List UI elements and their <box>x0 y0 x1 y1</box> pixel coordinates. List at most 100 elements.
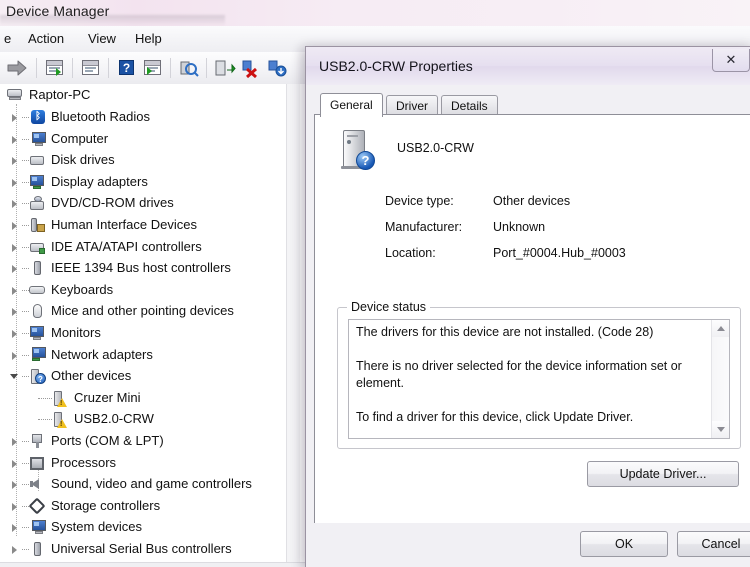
tree-item-disk-drives[interactable]: Disk drives <box>0 150 286 172</box>
info-value: Other devices <box>493 194 571 208</box>
warning-device-icon <box>52 411 69 429</box>
menu-file[interactable]: e <box>4 31 11 46</box>
tree-item-universal-serial-bus-controllers[interactable]: Universal Serial Bus controllers <box>0 539 286 561</box>
scroll-up-button[interactable] <box>712 320 729 337</box>
computer-icon <box>7 86 24 102</box>
device-tree[interactable]: Raptor-PC ᛒ Bluetooth Radios Computer Di… <box>0 84 300 562</box>
bluetooth-icon: ᛒ <box>29 109 46 125</box>
close-icon[interactable]: ✕ <box>712 49 750 72</box>
tree-item-sound-video-and-game-controllers[interactable]: Sound, video and game controllers <box>0 474 286 496</box>
tree-item-label: IDE ATA/ATAPI controllers <box>51 238 202 254</box>
titlebar-shadow <box>0 15 225 26</box>
toolbar-separator <box>36 58 37 78</box>
device-status-label: Device status <box>347 300 431 314</box>
dvd-drive-icon <box>29 195 46 211</box>
toolbar-separator <box>108 58 109 78</box>
tree-item-label: System devices <box>51 519 143 535</box>
info-label: Manufacturer: <box>385 220 463 234</box>
disk-drive-icon <box>29 152 46 168</box>
tree-item-label: Universal Serial Bus controllers <box>51 540 232 556</box>
toolbar-separator <box>170 58 171 78</box>
device-status-box[interactable]: The drivers for this device are not inst… <box>348 319 730 439</box>
firewire-icon <box>29 260 46 276</box>
tree-item-label: Other devices <box>51 368 132 384</box>
tree-item-label: Human Interface Devices <box>51 216 197 232</box>
menu-help[interactable]: Help <box>135 31 162 46</box>
storage-controller-icon <box>28 497 46 515</box>
info-label: Location: <box>385 246 436 260</box>
chevron-down-icon <box>717 427 725 432</box>
tree-scrollbar[interactable] <box>286 84 300 562</box>
tree-item-usb2-0-crw[interactable]: USB2.0-CRW <box>0 409 286 431</box>
tree-item-processors[interactable]: Processors <box>0 453 286 475</box>
forward-arrow-icon[interactable] <box>6 58 28 78</box>
tree-item-system-devices[interactable]: System devices <box>0 517 286 539</box>
console-window-icon[interactable] <box>142 58 164 78</box>
warning-device-icon <box>52 390 69 407</box>
question-mark-badge: ? <box>356 151 375 170</box>
unknown-device-icon: ? <box>29 368 46 385</box>
dialog-titlebar: USB2.0-CRW Properties ✕ <box>306 47 750 86</box>
tab-driver[interactable]: Driver <box>386 95 438 115</box>
tree-item-mice-and-other-pointing-devices[interactable]: Mice and other pointing devices <box>0 301 286 323</box>
scroll-down-button[interactable] <box>712 421 729 438</box>
tree-item-bluetooth-radios[interactable]: ᛒ Bluetooth Radios <box>0 107 286 129</box>
tree-item-label: Processors <box>51 454 117 470</box>
tree-item-label: Storage controllers <box>51 497 161 513</box>
properties-window-icon[interactable] <box>44 58 66 78</box>
monitor-icon <box>29 325 46 341</box>
update-driver-button[interactable]: Update Driver... <box>587 461 739 487</box>
unknown-device-icon: ? <box>339 130 379 172</box>
tree-item-other-devices[interactable]: ? Other devices <box>0 366 286 388</box>
cancel-button[interactable]: Cancel <box>677 531 750 557</box>
dialog-footer: OK Cancel <box>306 523 750 567</box>
tree-item-cruzer-mini[interactable]: Cruzer Mini <box>0 388 286 410</box>
tree-item-label: Raptor-PC <box>29 87 91 102</box>
status-line-4: To find a driver for this device, click … <box>356 410 634 424</box>
tree-item-network-adapters[interactable]: Network adapters <box>0 345 286 367</box>
info-value: Unknown <box>493 220 546 234</box>
help-icon[interactable]: ? <box>116 58 138 78</box>
tree-item-human-interface-devices[interactable]: Human Interface Devices <box>0 215 286 237</box>
properties-dialog: USB2.0-CRW Properties ✕ General Driver D… <box>305 46 750 567</box>
tree-item-computer[interactable]: Computer <box>0 129 286 151</box>
ok-button[interactable]: OK <box>580 531 668 557</box>
show-hidden-window-icon[interactable] <box>80 58 102 78</box>
toolbar-separator <box>206 58 207 78</box>
status-scrollbar[interactable] <box>711 320 729 438</box>
mouse-icon <box>29 303 46 319</box>
menu-action[interactable]: Action <box>28 31 64 46</box>
port-icon <box>29 433 46 449</box>
info-label: Device type: <box>385 194 454 208</box>
tree-item-label: Mice and other pointing devices <box>51 303 234 319</box>
tab-details[interactable]: Details <box>441 95 498 115</box>
menu-view[interactable]: View <box>88 31 116 46</box>
tree-item-root[interactable]: Raptor-PC <box>0 84 300 107</box>
tree-item-storage-controllers[interactable]: Storage controllers <box>0 496 286 518</box>
tree-item-dvd-cd-rom-drives[interactable]: DVD/CD-ROM drives <box>0 193 286 215</box>
tree-item-ieee-1394-bus-host-controllers[interactable]: IEEE 1394 Bus host controllers <box>0 258 286 280</box>
update-driver-icon[interactable] <box>178 58 200 78</box>
tree-item-label: USB2.0-CRW <box>74 411 154 427</box>
enable-device-icon[interactable] <box>266 58 288 78</box>
tree-item-display-adapters[interactable]: Display adapters <box>0 172 286 194</box>
hid-icon <box>29 217 46 233</box>
tree-item-monitors[interactable]: Monitors <box>0 323 286 345</box>
dialog-body: General Driver Details ? USB2.0-CRW Devi… <box>306 85 750 567</box>
display-adapter-icon <box>29 174 46 190</box>
scan-hardware-changes-icon[interactable] <box>214 58 236 78</box>
tree-item-label: Network adapters <box>51 346 153 362</box>
tree-item-ports-com-lpt[interactable]: Ports (COM & LPT) <box>0 431 286 453</box>
uninstall-device-icon[interactable] <box>240 58 262 79</box>
keyboard-icon <box>29 282 46 298</box>
ide-controller-icon <box>29 239 46 255</box>
info-value: Port_#0004.Hub_#0003 <box>493 246 626 260</box>
device-status-text: The drivers for this device are not inst… <box>356 324 696 438</box>
tree-item-label: DVD/CD-ROM drives <box>51 195 174 211</box>
tab-general[interactable]: General <box>320 93 383 117</box>
tree-item-ide-ata-atapi-controllers[interactable]: IDE ATA/ATAPI controllers <box>0 237 286 259</box>
sound-icon <box>29 476 46 492</box>
help-icon-glyph: ? <box>119 60 134 75</box>
tree-item-keyboards[interactable]: Keyboards <box>0 280 286 302</box>
computer-icon <box>29 131 46 147</box>
